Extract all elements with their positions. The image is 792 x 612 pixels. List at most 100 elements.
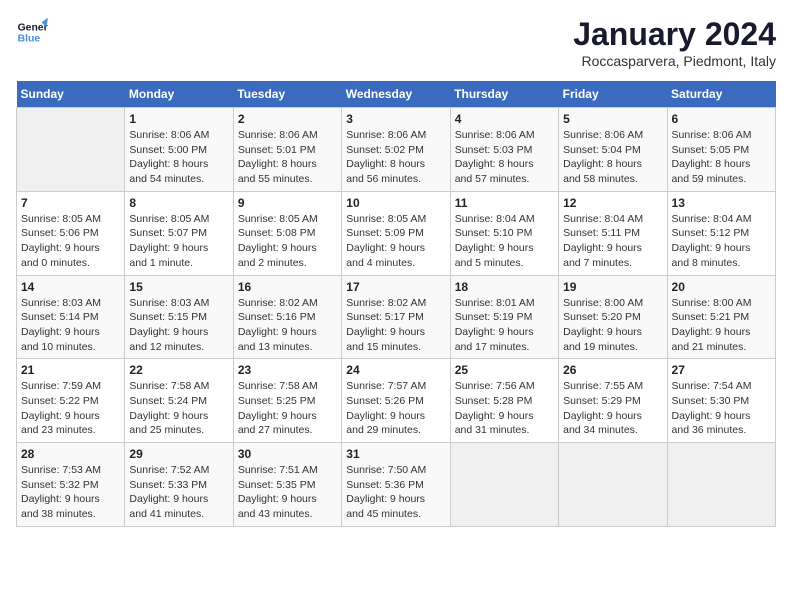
calendar-cell: 15Sunrise: 8:03 AM Sunset: 5:15 PM Dayli… bbox=[125, 275, 233, 359]
day-number: 24 bbox=[346, 363, 445, 377]
day-info: Sunrise: 7:50 AM Sunset: 5:36 PM Dayligh… bbox=[346, 463, 445, 522]
day-number: 11 bbox=[455, 196, 554, 210]
day-number: 25 bbox=[455, 363, 554, 377]
day-number: 13 bbox=[672, 196, 771, 210]
day-number: 19 bbox=[563, 280, 662, 294]
calendar-cell: 31 Sunrise: 7:50 AM Sunset: 5:36 PM Dayli… bbox=[342, 443, 450, 527]
day-number: 16 bbox=[238, 280, 337, 294]
calendar-cell bbox=[667, 443, 775, 527]
day-info: Sunrise: 7:52 AM Sunset: 5:33 PM Dayligh… bbox=[129, 463, 228, 522]
week-row-1: 1Sunrise: 8:06 AM Sunset: 5:00 PM Daylig… bbox=[17, 108, 776, 192]
day-info: Sunrise: 8:06 AM Sunset: 5:02 PM Dayligh… bbox=[346, 128, 445, 187]
day-number: 5 bbox=[563, 112, 662, 126]
day-number: 6 bbox=[672, 112, 771, 126]
title-section: January 2024 Roccasparvera, Piedmont, It… bbox=[573, 16, 776, 69]
day-info: Sunrise: 7:56 AM Sunset: 5:28 PM Dayligh… bbox=[455, 379, 554, 438]
day-info: Sunrise: 8:05 AM Sunset: 5:08 PM Dayligh… bbox=[238, 212, 337, 271]
calendar-cell: 11 Sunrise: 8:04 AM Sunset: 5:10 PM Dayli… bbox=[450, 191, 558, 275]
day-number: 14 bbox=[21, 280, 120, 294]
calendar-cell bbox=[450, 443, 558, 527]
calendar-cell: 17 Sunrise: 8:02 AM Sunset: 5:17 PM Dayli… bbox=[342, 275, 450, 359]
day-info: Sunrise: 8:06 AM Sunset: 5:01 PM Dayligh… bbox=[238, 128, 337, 187]
calendar-table: SundayMondayTuesdayWednesdayThursdayFrid… bbox=[16, 81, 776, 527]
week-row-3: 14 Sunrise: 8:03 AM Sunset: 5:14 PM Dayli… bbox=[17, 275, 776, 359]
day-info: Sunrise: 7:58 AM Sunset: 5:25 PM Dayligh… bbox=[238, 379, 337, 438]
day-info: Sunrise: 8:03 AM Sunset: 5:14 PM Dayligh… bbox=[21, 296, 120, 355]
calendar-cell: 26 Sunrise: 7:55 AM Sunset: 5:29 PM Dayli… bbox=[559, 359, 667, 443]
day-number: 17 bbox=[346, 280, 445, 294]
day-info: Sunrise: 8:00 AM Sunset: 5:20 PM Dayligh… bbox=[563, 296, 662, 355]
col-header-wednesday: Wednesday bbox=[342, 81, 450, 108]
day-number: 4 bbox=[455, 112, 554, 126]
day-number: 12 bbox=[563, 196, 662, 210]
day-info: Sunrise: 8:06 AM Sunset: 5:04 PM Dayligh… bbox=[563, 128, 662, 187]
day-number: 2 bbox=[238, 112, 337, 126]
day-info: Sunrise: 7:59 AM Sunset: 5:22 PM Dayligh… bbox=[21, 379, 120, 438]
col-header-saturday: Saturday bbox=[667, 81, 775, 108]
calendar-cell: 24 Sunrise: 7:57 AM Sunset: 5:26 PM Dayli… bbox=[342, 359, 450, 443]
day-number: 23 bbox=[238, 363, 337, 377]
day-info: Sunrise: 8:01 AM Sunset: 5:19 PM Dayligh… bbox=[455, 296, 554, 355]
calendar-cell: 28 Sunrise: 7:53 AM Sunset: 5:32 PM Dayli… bbox=[17, 443, 125, 527]
day-number: 3 bbox=[346, 112, 445, 126]
col-header-thursday: Thursday bbox=[450, 81, 558, 108]
day-info: Sunrise: 7:57 AM Sunset: 5:26 PM Dayligh… bbox=[346, 379, 445, 438]
col-header-tuesday: Tuesday bbox=[233, 81, 341, 108]
day-info: Sunrise: 8:00 AM Sunset: 5:21 PM Dayligh… bbox=[672, 296, 771, 355]
day-number: 28 bbox=[21, 447, 120, 461]
calendar-cell: 6 Sunrise: 8:06 AM Sunset: 5:05 PM Daylig… bbox=[667, 108, 775, 192]
calendar-subtitle: Roccasparvera, Piedmont, Italy bbox=[573, 53, 776, 69]
day-info: Sunrise: 7:58 AM Sunset: 5:24 PM Dayligh… bbox=[129, 379, 228, 438]
day-number: 18 bbox=[455, 280, 554, 294]
day-info: Sunrise: 8:02 AM Sunset: 5:17 PM Dayligh… bbox=[346, 296, 445, 355]
day-number: 9 bbox=[238, 196, 337, 210]
day-info: Sunrise: 8:05 AM Sunset: 5:06 PM Dayligh… bbox=[21, 212, 120, 271]
day-info: Sunrise: 8:06 AM Sunset: 5:00 PM Dayligh… bbox=[129, 128, 228, 187]
day-info: Sunrise: 8:02 AM Sunset: 5:16 PM Dayligh… bbox=[238, 296, 337, 355]
calendar-cell: 21Sunrise: 7:59 AM Sunset: 5:22 PM Dayli… bbox=[17, 359, 125, 443]
day-number: 10 bbox=[346, 196, 445, 210]
day-info: Sunrise: 8:04 AM Sunset: 5:10 PM Dayligh… bbox=[455, 212, 554, 271]
day-info: Sunrise: 7:55 AM Sunset: 5:29 PM Dayligh… bbox=[563, 379, 662, 438]
day-info: Sunrise: 7:53 AM Sunset: 5:32 PM Dayligh… bbox=[21, 463, 120, 522]
day-number: 22 bbox=[129, 363, 228, 377]
day-info: Sunrise: 8:05 AM Sunset: 5:09 PM Dayligh… bbox=[346, 212, 445, 271]
calendar-cell: 25 Sunrise: 7:56 AM Sunset: 5:28 PM Dayli… bbox=[450, 359, 558, 443]
calendar-cell: 2 Sunrise: 8:06 AM Sunset: 5:01 PM Daylig… bbox=[233, 108, 341, 192]
day-info: Sunrise: 8:06 AM Sunset: 5:05 PM Dayligh… bbox=[672, 128, 771, 187]
calendar-cell: 3 Sunrise: 8:06 AM Sunset: 5:02 PM Daylig… bbox=[342, 108, 450, 192]
calendar-header-row: SundayMondayTuesdayWednesdayThursdayFrid… bbox=[17, 81, 776, 108]
day-info: Sunrise: 8:05 AM Sunset: 5:07 PM Dayligh… bbox=[129, 212, 228, 271]
calendar-cell: 9 Sunrise: 8:05 AM Sunset: 5:08 PM Daylig… bbox=[233, 191, 341, 275]
calendar-cell: 8 Sunrise: 8:05 AM Sunset: 5:07 PM Daylig… bbox=[125, 191, 233, 275]
day-number: 7 bbox=[21, 196, 120, 210]
col-header-monday: Monday bbox=[125, 81, 233, 108]
calendar-cell: 14 Sunrise: 8:03 AM Sunset: 5:14 PM Dayli… bbox=[17, 275, 125, 359]
calendar-cell: 19 Sunrise: 8:00 AM Sunset: 5:20 PM Dayli… bbox=[559, 275, 667, 359]
logo-icon: General Blue bbox=[16, 16, 48, 48]
calendar-cell: 16 Sunrise: 8:02 AM Sunset: 5:16 PM Dayli… bbox=[233, 275, 341, 359]
day-info: Sunrise: 8:04 AM Sunset: 5:11 PM Dayligh… bbox=[563, 212, 662, 271]
calendar-cell: 23 Sunrise: 7:58 AM Sunset: 5:25 PM Dayli… bbox=[233, 359, 341, 443]
logo: General Blue bbox=[16, 16, 48, 48]
svg-text:Blue: Blue bbox=[18, 34, 41, 45]
calendar-cell: 20 Sunrise: 8:00 AM Sunset: 5:21 PM Dayli… bbox=[667, 275, 775, 359]
col-header-sunday: Sunday bbox=[17, 81, 125, 108]
page-header: General Blue January 2024 Roccasparvera,… bbox=[16, 16, 776, 69]
day-number: 8 bbox=[129, 196, 228, 210]
day-number: 26 bbox=[563, 363, 662, 377]
calendar-cell: 12 Sunrise: 8:04 AM Sunset: 5:11 PM Dayli… bbox=[559, 191, 667, 275]
day-number: 20 bbox=[672, 280, 771, 294]
week-row-4: 21Sunrise: 7:59 AM Sunset: 5:22 PM Dayli… bbox=[17, 359, 776, 443]
day-info: Sunrise: 8:06 AM Sunset: 5:03 PM Dayligh… bbox=[455, 128, 554, 187]
calendar-cell bbox=[559, 443, 667, 527]
calendar-cell: 18 Sunrise: 8:01 AM Sunset: 5:19 PM Dayli… bbox=[450, 275, 558, 359]
week-row-5: 28 Sunrise: 7:53 AM Sunset: 5:32 PM Dayli… bbox=[17, 443, 776, 527]
day-number: 27 bbox=[672, 363, 771, 377]
calendar-cell: 13Sunrise: 8:04 AM Sunset: 5:12 PM Dayli… bbox=[667, 191, 775, 275]
day-info: Sunrise: 8:03 AM Sunset: 5:15 PM Dayligh… bbox=[129, 296, 228, 355]
day-info: Sunrise: 7:54 AM Sunset: 5:30 PM Dayligh… bbox=[672, 379, 771, 438]
calendar-cell: 10 Sunrise: 8:05 AM Sunset: 5:09 PM Dayli… bbox=[342, 191, 450, 275]
calendar-cell bbox=[17, 108, 125, 192]
day-number: 31 bbox=[346, 447, 445, 461]
